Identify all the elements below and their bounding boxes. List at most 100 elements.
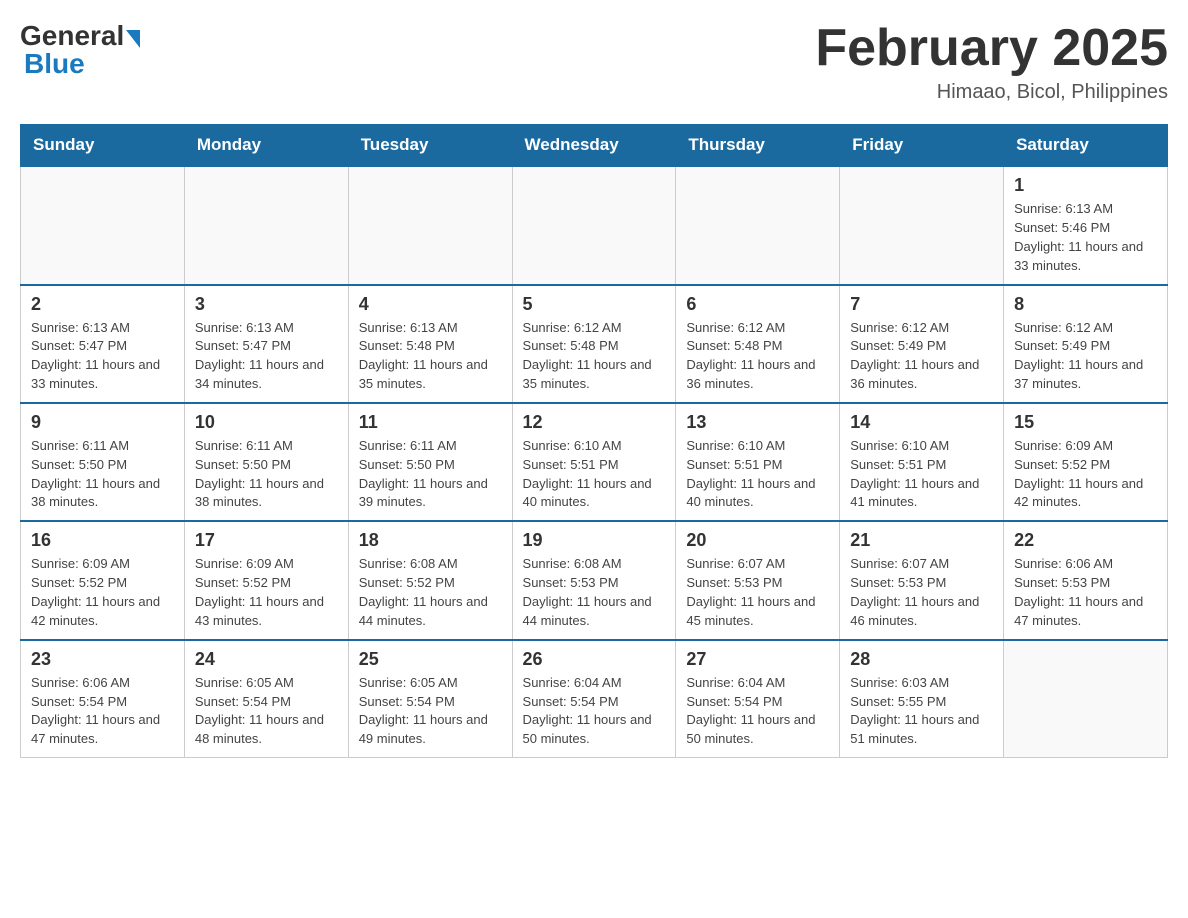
header-saturday: Saturday	[1004, 125, 1168, 167]
day-info: Sunrise: 6:03 AM Sunset: 5:55 PM Dayligh…	[850, 674, 993, 749]
day-number: 16	[31, 530, 174, 551]
table-row: 9 Sunrise: 6:11 AM Sunset: 5:50 PM Daylig…	[21, 403, 185, 521]
day-number: 3	[195, 294, 338, 315]
logo: General Blue	[20, 20, 140, 80]
table-row: 4Sunrise: 6:13 AM Sunset: 5:48 PM Daylig…	[348, 285, 512, 403]
calendar-week-row: 16 Sunrise: 6:09 AM Sunset: 5:52 PM Dayli…	[21, 521, 1168, 639]
calendar-week-row: 9 Sunrise: 6:11 AM Sunset: 5:50 PM Daylig…	[21, 403, 1168, 521]
logo-blue-text: Blue	[22, 48, 85, 80]
table-row	[348, 166, 512, 284]
location-subtitle: Himaao, Bicol, Philippines	[815, 81, 1168, 104]
day-info: Sunrise: 6:12 AM Sunset: 5:48 PM Dayligh…	[686, 319, 829, 394]
day-number: 11	[359, 412, 502, 433]
day-number: 1	[1014, 175, 1157, 196]
header-monday: Monday	[184, 125, 348, 167]
day-number: 6	[686, 294, 829, 315]
day-number: 9	[31, 412, 174, 433]
day-info: Sunrise: 6:07 AM Sunset: 5:53 PM Dayligh…	[850, 555, 993, 630]
table-row: 8 Sunrise: 6:12 AM Sunset: 5:49 PM Daylig…	[1004, 285, 1168, 403]
day-number: 13	[686, 412, 829, 433]
table-row: 19 Sunrise: 6:08 AM Sunset: 5:53 PM Dayli…	[512, 521, 676, 639]
page-header: General Blue February 2025 Himaao, Bicol…	[20, 20, 1168, 104]
header-friday: Friday	[840, 125, 1004, 167]
table-row: 16 Sunrise: 6:09 AM Sunset: 5:52 PM Dayli…	[21, 521, 185, 639]
table-row	[184, 166, 348, 284]
header-wednesday: Wednesday	[512, 125, 676, 167]
table-row: 3 Sunrise: 6:13 AM Sunset: 5:47 PM Daylig…	[184, 285, 348, 403]
day-info: Sunrise: 6:13 AM Sunset: 5:47 PM Dayligh…	[31, 319, 174, 394]
day-info: Sunrise: 6:11 AM Sunset: 5:50 PM Dayligh…	[31, 437, 174, 512]
day-number: 25	[359, 649, 502, 670]
table-row: 11Sunrise: 6:11 AM Sunset: 5:50 PM Dayli…	[348, 403, 512, 521]
table-row: 10Sunrise: 6:11 AM Sunset: 5:50 PM Dayli…	[184, 403, 348, 521]
logo-arrow-icon	[126, 30, 140, 48]
day-info: Sunrise: 6:12 AM Sunset: 5:49 PM Dayligh…	[1014, 319, 1157, 394]
day-number: 15	[1014, 412, 1157, 433]
day-number: 12	[523, 412, 666, 433]
day-info: Sunrise: 6:10 AM Sunset: 5:51 PM Dayligh…	[686, 437, 829, 512]
calendar-week-row: 23 Sunrise: 6:06 AM Sunset: 5:54 PM Dayli…	[21, 640, 1168, 758]
day-number: 4	[359, 294, 502, 315]
day-number: 22	[1014, 530, 1157, 551]
day-info: Sunrise: 6:10 AM Sunset: 5:51 PM Dayligh…	[850, 437, 993, 512]
day-info: Sunrise: 6:09 AM Sunset: 5:52 PM Dayligh…	[1014, 437, 1157, 512]
table-row: 6 Sunrise: 6:12 AM Sunset: 5:48 PM Daylig…	[676, 285, 840, 403]
table-row: 17 Sunrise: 6:09 AM Sunset: 5:52 PM Dayli…	[184, 521, 348, 639]
table-row: 24Sunrise: 6:05 AM Sunset: 5:54 PM Dayli…	[184, 640, 348, 758]
day-info: Sunrise: 6:05 AM Sunset: 5:54 PM Dayligh…	[359, 674, 502, 749]
day-info: Sunrise: 6:08 AM Sunset: 5:52 PM Dayligh…	[359, 555, 502, 630]
table-row	[840, 166, 1004, 284]
table-row: 2 Sunrise: 6:13 AM Sunset: 5:47 PM Daylig…	[21, 285, 185, 403]
table-row: 22 Sunrise: 6:06 AM Sunset: 5:53 PM Dayli…	[1004, 521, 1168, 639]
day-number: 20	[686, 530, 829, 551]
header-sunday: Sunday	[21, 125, 185, 167]
day-info: Sunrise: 6:12 AM Sunset: 5:49 PM Dayligh…	[850, 319, 993, 394]
day-number: 14	[850, 412, 993, 433]
day-info: Sunrise: 6:13 AM Sunset: 5:46 PM Dayligh…	[1014, 200, 1157, 275]
header-thursday: Thursday	[676, 125, 840, 167]
day-number: 21	[850, 530, 993, 551]
table-row	[676, 166, 840, 284]
day-number: 2	[31, 294, 174, 315]
day-number: 10	[195, 412, 338, 433]
day-info: Sunrise: 6:06 AM Sunset: 5:53 PM Dayligh…	[1014, 555, 1157, 630]
calendar-table: Sunday Monday Tuesday Wednesday Thursday…	[20, 124, 1168, 758]
title-area: February 2025 Himaao, Bicol, Philippines	[815, 20, 1168, 104]
table-row: 28Sunrise: 6:03 AM Sunset: 5:55 PM Dayli…	[840, 640, 1004, 758]
day-info: Sunrise: 6:06 AM Sunset: 5:54 PM Dayligh…	[31, 674, 174, 749]
table-row: 26Sunrise: 6:04 AM Sunset: 5:54 PM Dayli…	[512, 640, 676, 758]
table-row: 18Sunrise: 6:08 AM Sunset: 5:52 PM Dayli…	[348, 521, 512, 639]
day-number: 24	[195, 649, 338, 670]
table-row: 1 Sunrise: 6:13 AM Sunset: 5:46 PM Daylig…	[1004, 166, 1168, 284]
day-info: Sunrise: 6:08 AM Sunset: 5:53 PM Dayligh…	[523, 555, 666, 630]
day-number: 8	[1014, 294, 1157, 315]
day-info: Sunrise: 6:04 AM Sunset: 5:54 PM Dayligh…	[686, 674, 829, 749]
calendar-week-row: 1 Sunrise: 6:13 AM Sunset: 5:46 PM Daylig…	[21, 166, 1168, 284]
table-row: 27 Sunrise: 6:04 AM Sunset: 5:54 PM Dayli…	[676, 640, 840, 758]
day-number: 27	[686, 649, 829, 670]
table-row	[1004, 640, 1168, 758]
table-row: 5Sunrise: 6:12 AM Sunset: 5:48 PM Daylig…	[512, 285, 676, 403]
day-number: 23	[31, 649, 174, 670]
calendar-week-row: 2 Sunrise: 6:13 AM Sunset: 5:47 PM Daylig…	[21, 285, 1168, 403]
header-tuesday: Tuesday	[348, 125, 512, 167]
table-row: 13 Sunrise: 6:10 AM Sunset: 5:51 PM Dayli…	[676, 403, 840, 521]
day-info: Sunrise: 6:07 AM Sunset: 5:53 PM Dayligh…	[686, 555, 829, 630]
day-number: 26	[523, 649, 666, 670]
day-info: Sunrise: 6:13 AM Sunset: 5:47 PM Dayligh…	[195, 319, 338, 394]
table-row: 21 Sunrise: 6:07 AM Sunset: 5:53 PM Dayli…	[840, 521, 1004, 639]
day-number: 19	[523, 530, 666, 551]
table-row: 14 Sunrise: 6:10 AM Sunset: 5:51 PM Dayli…	[840, 403, 1004, 521]
day-info: Sunrise: 6:09 AM Sunset: 5:52 PM Dayligh…	[31, 555, 174, 630]
table-row	[512, 166, 676, 284]
month-title: February 2025	[815, 20, 1168, 77]
calendar-header-row: Sunday Monday Tuesday Wednesday Thursday…	[21, 125, 1168, 167]
day-number: 17	[195, 530, 338, 551]
table-row: 15 Sunrise: 6:09 AM Sunset: 5:52 PM Dayli…	[1004, 403, 1168, 521]
table-row: 25 Sunrise: 6:05 AM Sunset: 5:54 PM Dayli…	[348, 640, 512, 758]
day-info: Sunrise: 6:09 AM Sunset: 5:52 PM Dayligh…	[195, 555, 338, 630]
table-row	[21, 166, 185, 284]
table-row: 7Sunrise: 6:12 AM Sunset: 5:49 PM Daylig…	[840, 285, 1004, 403]
table-row: 20 Sunrise: 6:07 AM Sunset: 5:53 PM Dayli…	[676, 521, 840, 639]
day-info: Sunrise: 6:12 AM Sunset: 5:48 PM Dayligh…	[523, 319, 666, 394]
